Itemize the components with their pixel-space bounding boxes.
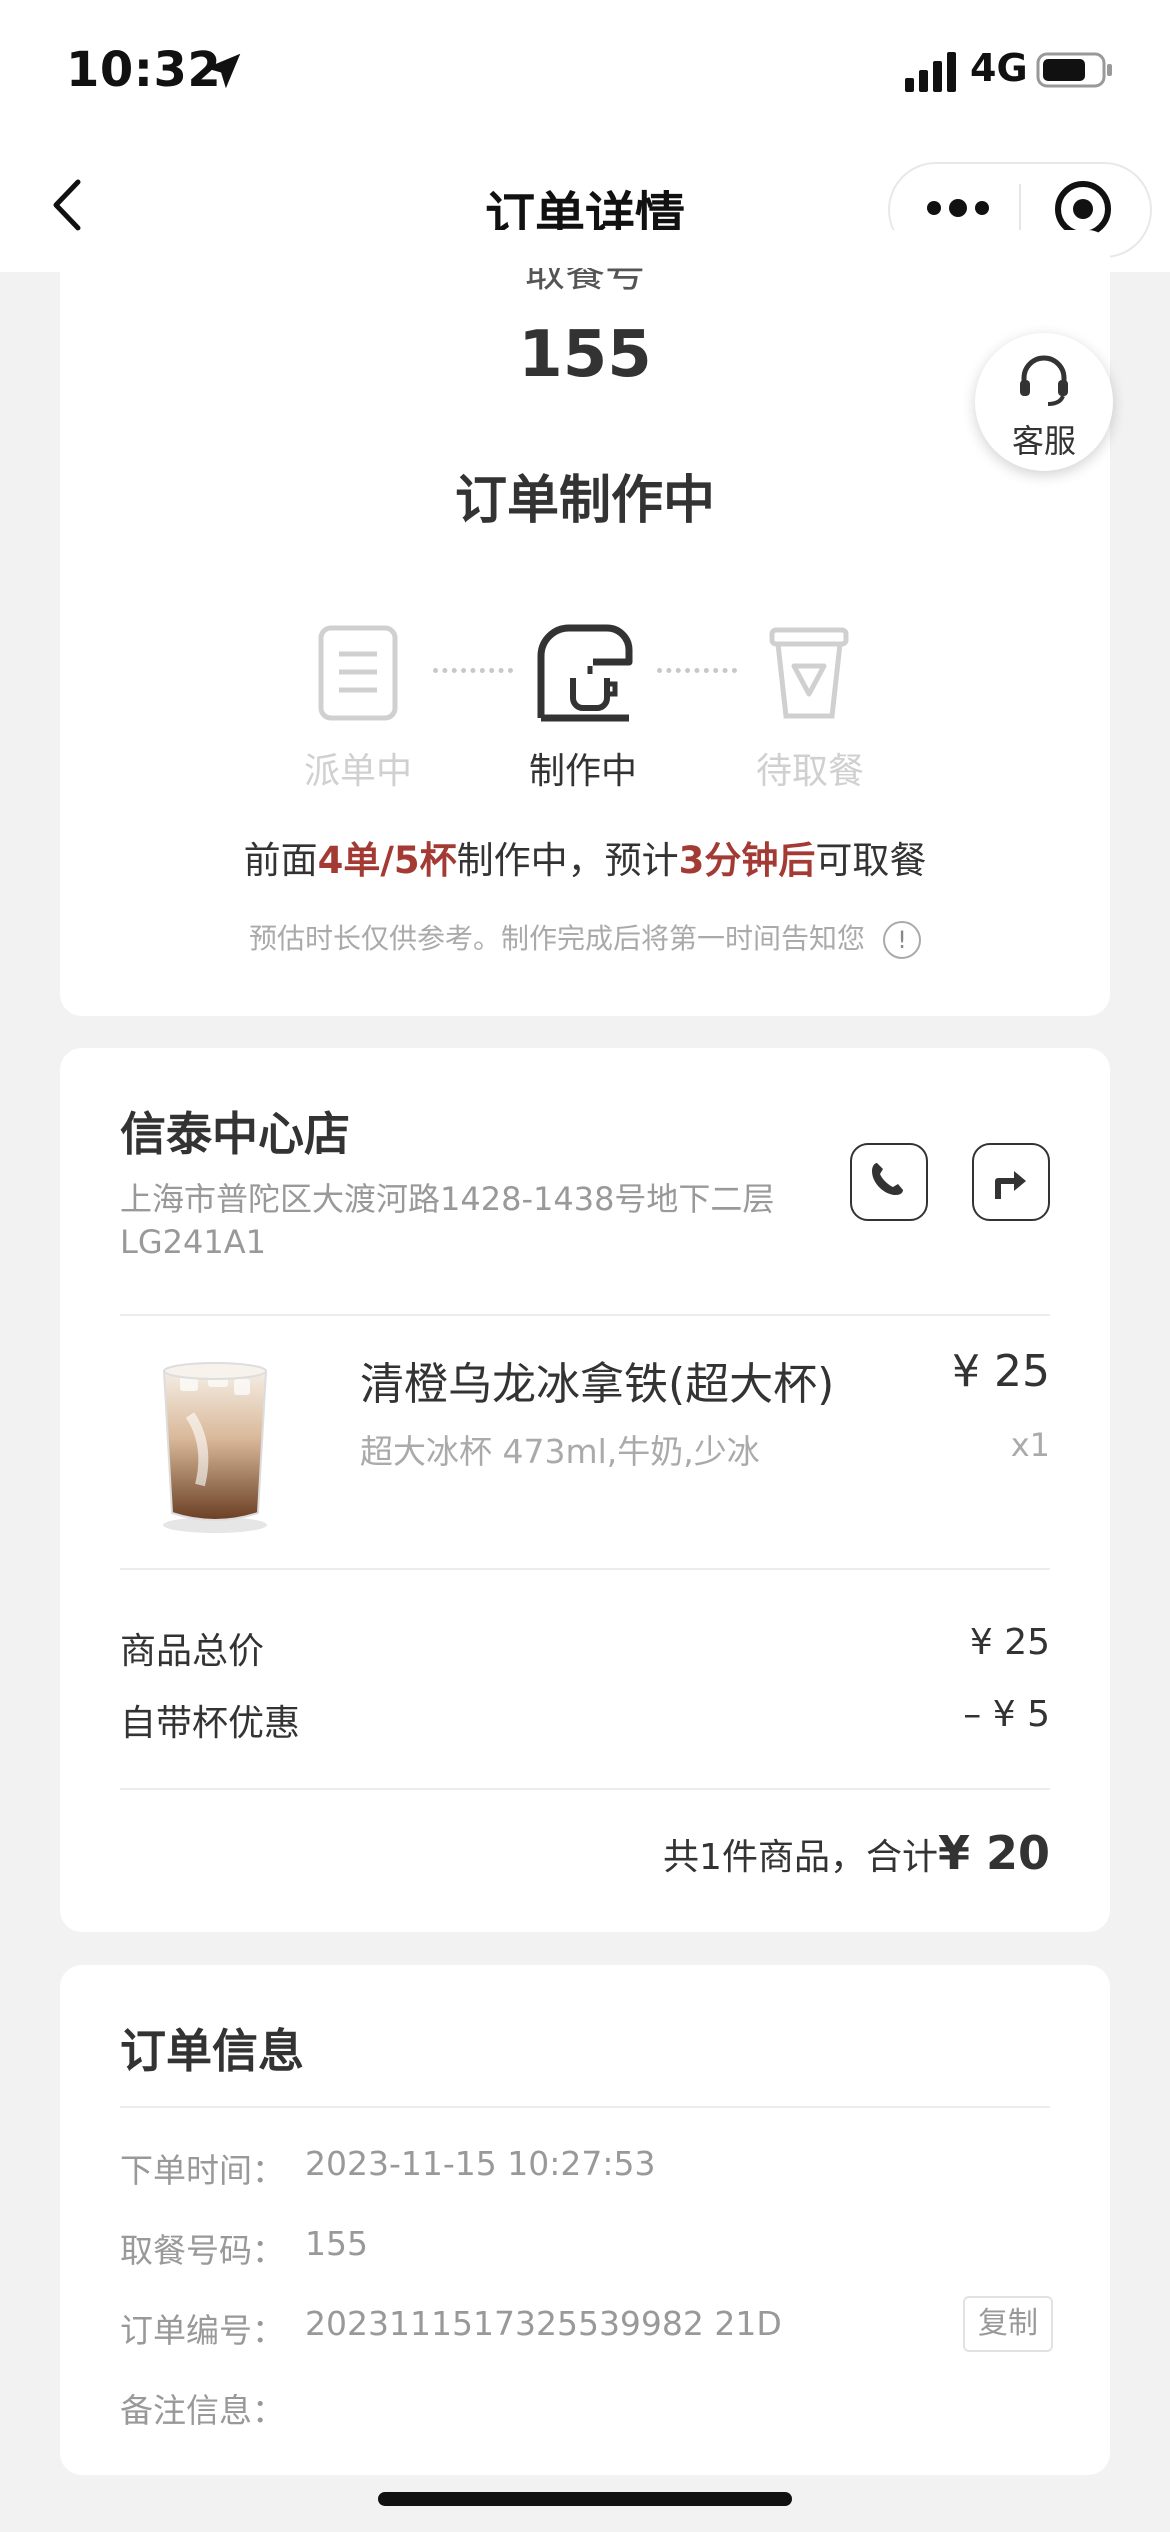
order-time-value: 2023-11-15 10:27:53	[305, 2144, 656, 2183]
divider	[120, 1314, 1050, 1316]
status-time: 10:32	[66, 42, 222, 98]
progress-prefix: 前面	[243, 839, 318, 882]
product-price: ¥ 25	[952, 1346, 1050, 1397]
discount-label: 自带杯优惠	[120, 1703, 301, 1744]
battery-icon	[1036, 52, 1112, 88]
pickup-cup-icon	[769, 627, 849, 719]
navigate-button[interactable]	[972, 1143, 1050, 1221]
step-label-making: 制作中	[528, 751, 637, 792]
directions-icon	[995, 1171, 1026, 1199]
subtotal-label: 商品总价	[120, 1631, 265, 1672]
product-quantity: x1	[1010, 1426, 1050, 1464]
copy-order-number-button[interactable]: 复制	[963, 2296, 1053, 2352]
network-type: 4G	[970, 46, 1028, 90]
cellular-signal-icon	[905, 52, 956, 92]
total-amount: ¥ 20	[937, 1826, 1050, 1880]
step-label-dispatching: 派单中	[303, 751, 412, 792]
pickup-code-value: 155	[305, 2224, 368, 2263]
eta-time: 3分钟后	[678, 839, 816, 882]
phone-icon	[872, 1163, 903, 1195]
product-image	[162, 1362, 268, 1533]
order-total: 共1件商品，合计¥ 20	[500, 1826, 1050, 1880]
step-connector	[433, 668, 513, 679]
order-number-label: 订单编号：	[120, 2311, 285, 2350]
discount-value: – ¥ 5	[963, 1694, 1050, 1735]
location-arrow-icon	[205, 53, 241, 89]
order-time-label: 下单时间：	[120, 2151, 285, 2190]
estimate-note-text: 预估时长仅供参考。制作完成后将第一时间告知您	[248, 922, 865, 955]
queue-count: 4单/5杯	[317, 839, 457, 882]
subtotal-value: ¥ 25	[969, 1622, 1050, 1663]
order-info-title: 订单信息	[120, 2024, 304, 2078]
divider	[120, 1568, 1050, 1570]
pickup-code-label: 取餐号码：	[120, 2231, 285, 2270]
order-status-title: 订单制作中	[454, 471, 715, 531]
product-options: 超大冰杯 473ml,牛奶,少冰	[360, 1432, 760, 1471]
product-name: 清橙乌龙冰拿铁(超大杯)	[360, 1359, 835, 1410]
divider	[120, 1788, 1050, 1790]
store-address: 上海市普陀区大渡河路1428-1438号地下二层LG241A1	[120, 1180, 775, 1262]
total-prefix: 共1件商品，合计	[663, 1837, 938, 1878]
headset-icon	[1020, 355, 1068, 406]
progress-text: 前面4单/5杯制作中，预计3分钟后可取餐	[0, 830, 1170, 884]
coffee-machine-icon	[537, 624, 633, 722]
step-label-ready: 待取餐	[755, 751, 864, 792]
dispatch-list-icon	[318, 625, 398, 721]
divider	[120, 2106, 1050, 2108]
home-indicator[interactable]	[378, 2492, 792, 2506]
progress-middle: 制作中，预计	[456, 839, 679, 882]
remark-label: 备注信息：	[120, 2391, 285, 2430]
estimate-note: 预估时长仅供参考。制作完成后将第一时间告知您!	[0, 917, 1170, 959]
customer-service-label: 客服	[1011, 422, 1076, 460]
order-number-value: 2023111517325539982 21D	[305, 2304, 782, 2343]
info-icon[interactable]: !	[883, 921, 921, 959]
progress-suffix: 可取餐	[815, 839, 927, 882]
more-dots-icon[interactable]	[922, 190, 994, 226]
step-connector	[657, 668, 737, 679]
call-store-button[interactable]	[850, 1143, 928, 1221]
store-name: 信泰中心店	[120, 1107, 350, 1161]
